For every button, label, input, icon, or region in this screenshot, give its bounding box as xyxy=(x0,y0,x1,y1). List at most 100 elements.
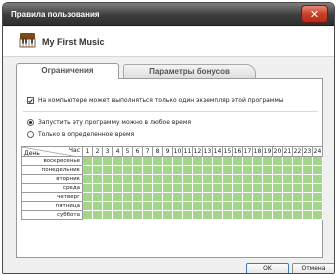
schedule-slot[interactable] xyxy=(143,193,153,202)
schedule-slot[interactable] xyxy=(113,166,123,175)
single-instance-checkbox[interactable] xyxy=(27,97,34,104)
schedule-slot[interactable] xyxy=(183,175,193,184)
schedule-slot[interactable] xyxy=(123,211,133,220)
schedule-slot[interactable] xyxy=(193,193,203,202)
single-instance-row[interactable]: На компьютере может выполняться только о… xyxy=(27,97,284,104)
schedule-slot[interactable] xyxy=(93,202,103,211)
schedule-slot[interactable] xyxy=(233,202,243,211)
schedule-slot[interactable] xyxy=(153,184,163,193)
schedule-slot[interactable] xyxy=(83,166,93,175)
schedule-slot[interactable] xyxy=(103,166,113,175)
schedule-slot[interactable] xyxy=(243,157,253,166)
schedule-slot[interactable] xyxy=(173,166,183,175)
schedule-slot[interactable] xyxy=(273,175,283,184)
schedule-slot[interactable] xyxy=(103,193,113,202)
schedule-slot[interactable] xyxy=(163,184,173,193)
schedule-slot[interactable] xyxy=(223,166,233,175)
schedule-slot[interactable] xyxy=(243,166,253,175)
schedule-slot[interactable] xyxy=(293,166,303,175)
schedule-slot[interactable] xyxy=(313,184,323,193)
schedule-slot[interactable] xyxy=(143,184,153,193)
schedule-slot[interactable] xyxy=(163,157,173,166)
schedule-slot[interactable] xyxy=(293,193,303,202)
schedule-slot[interactable] xyxy=(93,211,103,220)
schedule-slot[interactable] xyxy=(283,157,293,166)
schedule-slot[interactable] xyxy=(103,175,113,184)
schedule-slot[interactable] xyxy=(293,184,303,193)
schedule-slot[interactable] xyxy=(103,202,113,211)
schedule-slot[interactable] xyxy=(113,184,123,193)
schedule-slot[interactable] xyxy=(303,166,313,175)
schedule-slot[interactable] xyxy=(293,202,303,211)
schedule-slot[interactable] xyxy=(283,211,293,220)
schedule-slot[interactable] xyxy=(113,211,123,220)
schedule-slot[interactable] xyxy=(93,193,103,202)
schedule-slot[interactable] xyxy=(173,193,183,202)
schedule-slot[interactable] xyxy=(303,202,313,211)
ok-button[interactable]: OK xyxy=(246,263,289,273)
schedule-slot[interactable] xyxy=(273,193,283,202)
schedule-slot[interactable] xyxy=(203,184,213,193)
schedule-slot[interactable] xyxy=(253,211,263,220)
schedule-slot[interactable] xyxy=(203,166,213,175)
schedule-slot[interactable] xyxy=(193,166,203,175)
schedule-slot[interactable] xyxy=(253,166,263,175)
schedule-slot[interactable] xyxy=(263,193,273,202)
schedule-slot[interactable] xyxy=(233,175,243,184)
schedule-slot[interactable] xyxy=(153,211,163,220)
schedule-slot[interactable] xyxy=(193,202,203,211)
schedule-slot[interactable] xyxy=(183,166,193,175)
schedule-slot[interactable] xyxy=(223,211,233,220)
schedule-slot[interactable] xyxy=(133,157,143,166)
schedule-slot[interactable] xyxy=(133,211,143,220)
schedule-slot[interactable] xyxy=(293,211,303,220)
schedule-slot[interactable] xyxy=(303,157,313,166)
schedule-slot[interactable] xyxy=(313,157,323,166)
schedule-slot[interactable] xyxy=(243,175,253,184)
schedule-slot[interactable] xyxy=(143,166,153,175)
schedule-slot[interactable] xyxy=(283,166,293,175)
schedule-slot[interactable] xyxy=(163,166,173,175)
schedule-slot[interactable] xyxy=(233,157,243,166)
schedule-slot[interactable] xyxy=(303,184,313,193)
schedule-slot[interactable] xyxy=(223,184,233,193)
schedule-slot[interactable] xyxy=(203,157,213,166)
schedule-slot[interactable] xyxy=(183,157,193,166)
schedule-slot[interactable] xyxy=(203,202,213,211)
schedule-slot[interactable] xyxy=(253,175,263,184)
schedule-slot[interactable] xyxy=(153,157,163,166)
schedule-slot[interactable] xyxy=(263,184,273,193)
schedule-slot[interactable] xyxy=(263,202,273,211)
schedule-slot[interactable] xyxy=(163,175,173,184)
schedule-slot[interactable] xyxy=(163,193,173,202)
schedule-slot[interactable] xyxy=(123,184,133,193)
schedule-slot[interactable] xyxy=(123,202,133,211)
schedule-slot[interactable] xyxy=(253,184,263,193)
schedule-slot[interactable] xyxy=(303,211,313,220)
schedule-slot[interactable] xyxy=(83,184,93,193)
schedule-slot[interactable] xyxy=(293,175,303,184)
schedule-slot[interactable] xyxy=(273,184,283,193)
schedule-slot[interactable] xyxy=(283,184,293,193)
schedule-slot[interactable] xyxy=(163,211,173,220)
schedule-slot[interactable] xyxy=(243,184,253,193)
schedule-slot[interactable] xyxy=(203,193,213,202)
schedule-slot[interactable] xyxy=(173,184,183,193)
schedule-slot[interactable] xyxy=(213,157,223,166)
schedule-slot[interactable] xyxy=(233,166,243,175)
schedule-slot[interactable] xyxy=(253,202,263,211)
schedule-slot[interactable] xyxy=(213,193,223,202)
schedule-slot[interactable] xyxy=(273,211,283,220)
run-any-time-row[interactable]: Запустить эту программу можно в любое вр… xyxy=(27,119,191,126)
schedule-slot[interactable] xyxy=(103,211,113,220)
schedule-slot[interactable] xyxy=(133,175,143,184)
schedule-slot[interactable] xyxy=(113,193,123,202)
schedule-slot[interactable] xyxy=(93,166,103,175)
schedule-slot[interactable] xyxy=(143,157,153,166)
schedule-slot[interactable] xyxy=(103,157,113,166)
schedule-slot[interactable] xyxy=(223,193,233,202)
schedule-slot[interactable] xyxy=(303,193,313,202)
schedule-slot[interactable] xyxy=(223,175,233,184)
schedule-slot[interactable] xyxy=(263,166,273,175)
schedule-slot[interactable] xyxy=(183,184,193,193)
